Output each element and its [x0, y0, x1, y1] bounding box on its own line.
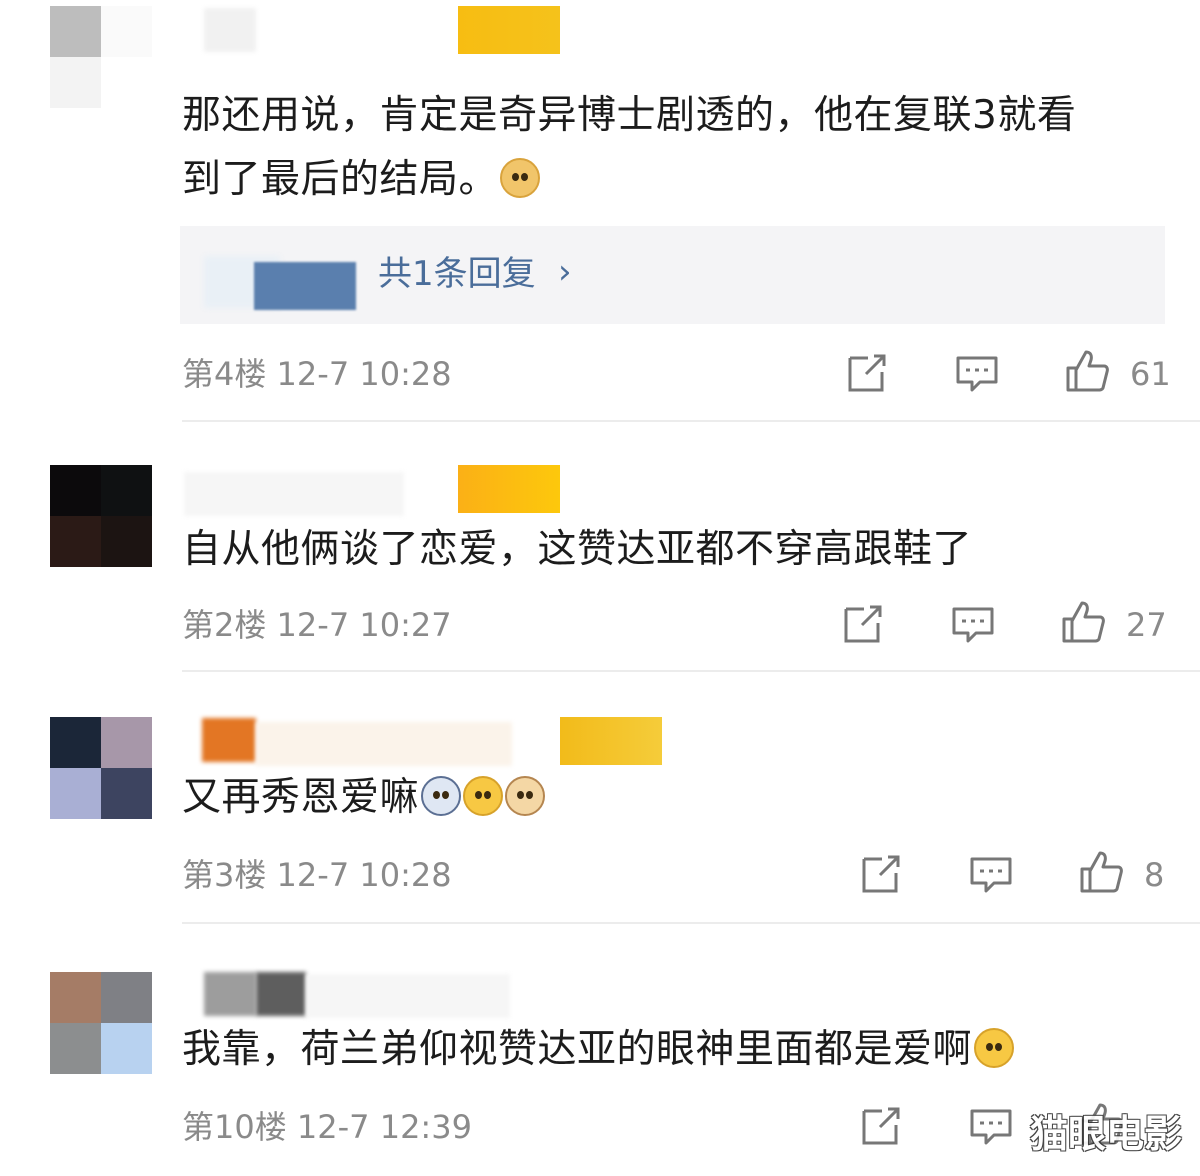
timestamp: 12-7 10:28	[276, 355, 452, 393]
username-redacted[interactable]	[204, 972, 256, 1016]
chevron-right-icon: ›	[558, 252, 572, 292]
comment-text: 自从他俩谈了恋爱，这赞达亚都不穿高跟鞋了	[182, 527, 973, 572]
level-badge	[560, 717, 662, 765]
username-redacted[interactable]	[256, 722, 512, 766]
comment-text: 又再秀恩爱嘛	[182, 766, 546, 830]
timestamp: 12-7 10:27	[276, 606, 452, 644]
username-redacted[interactable]	[202, 718, 256, 762]
username-redacted[interactable]	[256, 972, 306, 1016]
divider	[182, 670, 1200, 672]
floor-number: 第2楼	[182, 606, 267, 644]
view-replies-link[interactable]: 共1条回复	[378, 248, 536, 300]
username-redacted[interactable]	[204, 8, 256, 52]
like-count: 27	[1126, 606, 1167, 644]
cat-emoji-icon	[505, 776, 546, 816]
avatar[interactable]	[50, 972, 152, 1074]
reply-username-redacted	[254, 262, 356, 310]
floor-number: 第4楼	[182, 355, 267, 393]
thumbs-up-icon[interactable]	[1064, 348, 1110, 394]
comment-meta: 第2楼 12-7 10:27	[182, 601, 452, 649]
share-icon[interactable]	[858, 851, 904, 897]
share-icon[interactable]	[844, 350, 890, 396]
laugh-cry-emoji-icon	[463, 776, 504, 816]
thumbs-up-icon[interactable]	[1060, 599, 1106, 645]
comment-text: 到了最后的结局。	[182, 148, 541, 212]
shocked-emoji-icon	[974, 1028, 1015, 1068]
comment-icon[interactable]	[954, 350, 1000, 396]
avatar[interactable]	[50, 6, 152, 108]
timestamp: 12-7 12:39	[296, 1108, 472, 1146]
username-redacted[interactable]	[184, 472, 404, 516]
comment-meta: 第3楼 12-7 10:28	[182, 851, 452, 899]
level-badge	[458, 465, 560, 513]
like-count: 8	[1144, 856, 1165, 894]
share-icon[interactable]	[840, 601, 886, 647]
comment-icon[interactable]	[950, 601, 996, 647]
floor-number: 第10楼	[182, 1108, 287, 1146]
reply-preview[interactable]: 共1条回复 ›	[180, 226, 1165, 324]
comment-text: 我靠，荷兰弟仰视赞达亚的眼神里面都是爱啊	[182, 1018, 1015, 1082]
doge-emoji-icon	[500, 158, 541, 198]
share-icon[interactable]	[858, 1103, 904, 1149]
avatar[interactable]	[50, 465, 152, 567]
comment-text: 那还用说，肯定是奇异博士剧透的，他在复联3就看	[182, 93, 1077, 138]
comment-icon[interactable]	[968, 1103, 1014, 1149]
comment-icon[interactable]	[968, 851, 1014, 897]
panda-emoji-icon	[421, 776, 462, 816]
level-badge	[458, 6, 560, 54]
divider	[182, 922, 1200, 924]
comment-meta: 第4楼 12-7 10:28	[182, 350, 452, 398]
like-count: 61	[1130, 355, 1171, 393]
comment-list: 那还用说，肯定是奇异博士剧透的，他在复联3就看 到了最后的结局。 共1条回复 ›…	[0, 0, 1200, 1176]
comment-meta: 第10楼 12-7 12:39	[182, 1103, 472, 1151]
thumbs-up-icon[interactable]	[1078, 849, 1124, 895]
username-redacted[interactable]	[306, 974, 510, 1018]
watermark: 猫眼电影	[1029, 1112, 1182, 1156]
timestamp: 12-7 10:28	[276, 856, 452, 894]
floor-number: 第3楼	[182, 856, 267, 894]
divider	[182, 420, 1200, 422]
avatar[interactable]	[50, 717, 152, 819]
